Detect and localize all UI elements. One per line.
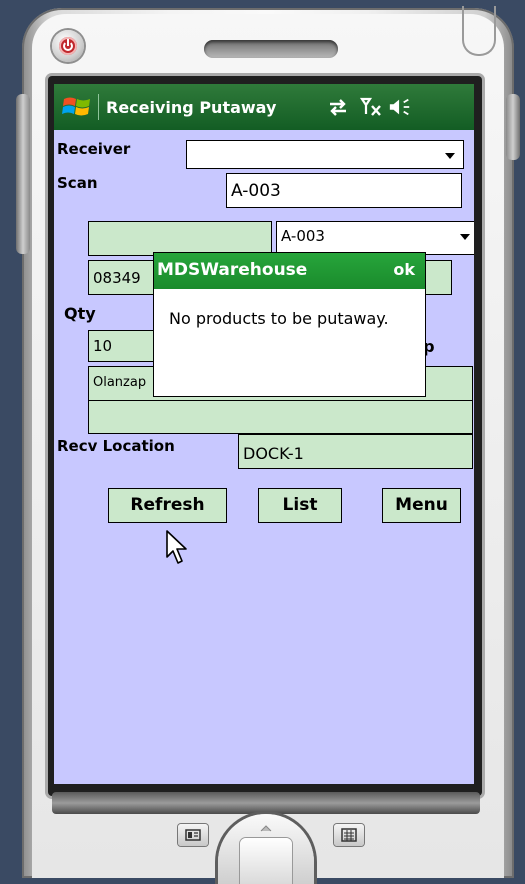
title-separator — [98, 94, 99, 120]
qty-field[interactable]: 10 — [88, 330, 158, 362]
power-icon — [59, 37, 77, 55]
refresh-button[interactable]: Refresh — [108, 488, 227, 523]
chevron-up-icon — [260, 825, 272, 832]
scan-value: A-003 — [231, 181, 281, 201]
list-button[interactable]: List — [258, 488, 342, 523]
window-title: Receiving Putaway — [106, 98, 277, 117]
product-code-field[interactable]: 08349 — [88, 260, 158, 295]
product-code-value: 08349 — [93, 269, 141, 287]
scan-label: Scan — [57, 174, 98, 192]
dialog-message: No products to be putaway. — [169, 309, 389, 328]
hardware-nav-bar — [52, 792, 480, 814]
recv-location-value: DOCK-1 — [243, 444, 304, 463]
chevron-down-icon — [445, 153, 455, 159]
scan-input[interactable]: A-003 — [226, 173, 462, 208]
contacts-icon — [185, 829, 201, 841]
screen: Receiving Putaway Receiver Scan A-003 A-… — [54, 84, 474, 784]
recv-location-label: Recv Location — [57, 437, 175, 455]
dpad-center-button[interactable] — [240, 838, 292, 884]
power-button[interactable] — [52, 30, 84, 62]
stylus-slot — [462, 6, 496, 56]
mouse-pointer-icon — [166, 530, 187, 564]
keyboard-icon — [341, 828, 357, 842]
menu-button[interactable]: Menu — [382, 488, 461, 523]
speaker-icon[interactable] — [388, 96, 412, 118]
windows-flag-icon[interactable] — [62, 94, 92, 120]
no-signal-icon[interactable] — [360, 96, 384, 118]
location-select-value: A-003 — [281, 227, 325, 245]
recv-location-field[interactable]: DOCK-1 — [238, 434, 473, 469]
title-bar: Receiving Putaway — [54, 84, 474, 130]
location-select[interactable]: A-003 — [276, 221, 474, 255]
message-dialog: MDSWarehouse ok No products to be putawa… — [153, 252, 426, 397]
description-field-2[interactable] — [88, 400, 473, 434]
qty-label: Qty — [64, 304, 96, 323]
qty-value: 10 — [93, 337, 113, 355]
right-side-grip — [506, 94, 520, 160]
dialog-title: MDSWarehouse — [157, 260, 308, 280]
dialog-ok-button[interactable]: ok — [393, 260, 415, 279]
receiver-dropdown[interactable] — [186, 140, 464, 169]
right-softkey-button[interactable] — [334, 824, 364, 846]
product-code-field-right[interactable] — [424, 260, 452, 295]
item-field-blank[interactable] — [88, 221, 272, 256]
description-value: Olanzap — [93, 375, 147, 390]
left-side-grip — [16, 94, 30, 254]
dialog-title-bar: MDSWarehouse ok — [154, 253, 425, 289]
speaker-grille — [204, 40, 338, 58]
left-softkey-button[interactable] — [178, 824, 208, 846]
chevron-down-icon — [460, 234, 470, 240]
sync-arrows-icon[interactable] — [326, 96, 350, 118]
receiver-label: Receiver — [57, 140, 131, 158]
pda-device: Receiving Putaway Receiver Scan A-003 A-… — [16, 6, 520, 884]
